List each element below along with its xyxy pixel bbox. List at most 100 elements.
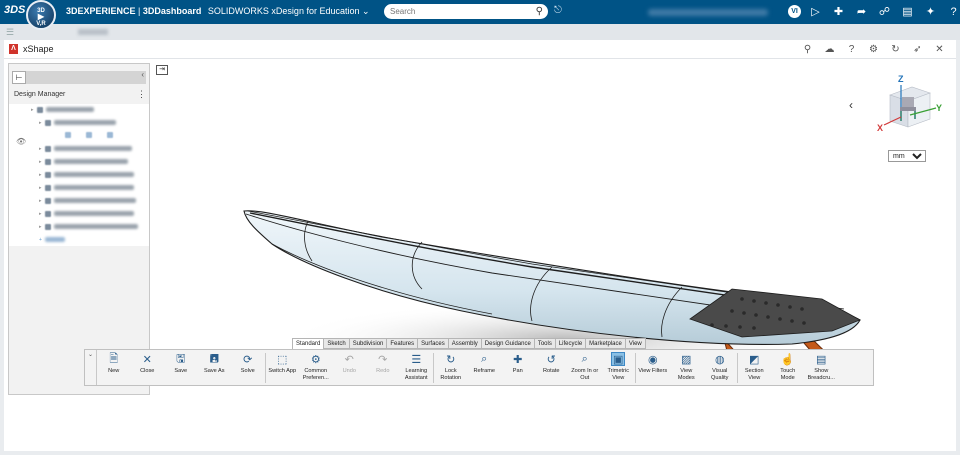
tab-assembly[interactable]: Assembly (448, 338, 482, 349)
ribbon-label: Reframe (473, 368, 495, 374)
tools-icon[interactable]: ✦ (922, 3, 939, 20)
close-doc-button[interactable]: ✕ Close (131, 350, 165, 385)
tab-surfaces[interactable]: Surfaces (418, 338, 449, 349)
tree-item[interactable]: ▸ (39, 184, 134, 191)
tag-icon[interactable]: ⎋ (554, 5, 562, 16)
new-icon: 🗎 (109, 352, 119, 365)
design-manager-header: Design Manager ⋮ (9, 88, 149, 103)
help-icon[interactable]: ? (843, 42, 860, 57)
learning-icon: ☰ (411, 353, 422, 366)
tree-item[interactable]: ▸ (39, 171, 134, 178)
tab-marketplace[interactable]: Marketplace (586, 338, 626, 349)
ribbon-label: Redo (376, 368, 390, 374)
pan-button[interactable]: ✚ Pan (501, 350, 535, 385)
switch-app-icon: ⬚ (277, 353, 288, 366)
add-icon[interactable]: ✚ (830, 3, 847, 20)
compass-play-icon: ▶ (37, 12, 45, 21)
reframe-icon: ⌕ (481, 352, 488, 365)
cloud-icon[interactable]: ☁ (821, 42, 838, 57)
ribbon-label: Trimetric View (607, 368, 630, 381)
chevron-left-icon[interactable]: ‹ (842, 96, 860, 114)
new-button[interactable]: 🗎 New (97, 350, 131, 385)
unit-select[interactable]: mm (888, 150, 926, 162)
eye-icon[interactable]: 👁 (16, 137, 26, 146)
tree-item[interactable]: ▸ (39, 119, 116, 126)
search-input[interactable] (390, 5, 526, 18)
axis-y-label: Y (936, 103, 942, 113)
lock-rotation-button[interactable]: ↻ Lock Rotation (434, 350, 468, 385)
tab-view[interactable]: View (625, 338, 646, 349)
notes-icon[interactable]: ▤ (899, 3, 916, 20)
view-cube[interactable]: Z X Y (870, 73, 950, 143)
rotate-button[interactable]: ↺ Rotate (535, 350, 569, 385)
collapse-panel-icon[interactable]: ‹ (141, 70, 144, 79)
tree-item[interactable]: ▸ (39, 210, 134, 217)
refresh-icon[interactable]: ↻ (887, 42, 904, 57)
compass-icon[interactable]: 3D ▶ V,R (26, 0, 56, 30)
app-name: SOLIDWORKS xDesign for Education (207, 6, 360, 16)
user-name-blurred (648, 9, 768, 16)
tree-icon[interactable]: ⊢ (12, 71, 26, 84)
pin-icon[interactable]: ➶ (909, 42, 926, 57)
trimetric-button[interactable]: ▣ Trimetric View (602, 350, 636, 385)
help-icon[interactable]: ? (945, 3, 960, 20)
tab-features[interactable]: Features (387, 338, 419, 349)
tab-sketch[interactable]: Sketch (324, 338, 350, 349)
tree-item[interactable]: ▸ (31, 106, 94, 113)
design-tree: ▸ ▸ ▸ ▸ ▸ ▸ ▸ ▸ ▸ + (9, 104, 149, 246)
network-icon[interactable]: ☍ (876, 3, 893, 20)
tree-item[interactable]: ▸ (39, 223, 138, 230)
ribbon-label: Learning Assistant (404, 368, 428, 381)
view-filters-button[interactable]: ◉ View Filters (636, 350, 670, 385)
compass-bottom-label: V,R (36, 21, 46, 27)
tab-tools[interactable]: Tools (534, 338, 556, 349)
share-play-icon[interactable]: ▷ (807, 3, 824, 20)
dassault-logo[interactable]: 3DS (4, 4, 25, 16)
tab-lifecycle[interactable]: Lifecycle (555, 338, 587, 349)
save-button[interactable]: 🖫 Save (164, 350, 198, 385)
search-icon[interactable]: ⚲ (536, 6, 543, 17)
chevron-down-icon[interactable]: ⌄ (85, 350, 97, 385)
learning-button[interactable]: ☰ Learning Assistant (400, 350, 434, 385)
search-icon[interactable]: ⚲ (799, 42, 816, 57)
tree-item[interactable]: ▸ (39, 197, 136, 204)
view-modes-button[interactable]: ▨ View Modes (670, 350, 704, 385)
close-icon[interactable]: ✕ (931, 42, 948, 57)
switch-app-button[interactable]: ⬚ Switch App (266, 350, 300, 385)
breadcrumb-button[interactable]: ▤ Show Breadcru... (805, 350, 839, 385)
ribbon-label: Switch App (268, 368, 297, 374)
preferences-button[interactable]: ⚙ Common Preferen... (299, 350, 333, 385)
more-menu-icon[interactable]: ⋮ (137, 89, 146, 100)
tree-item[interactable]: + (39, 236, 65, 243)
app-title[interactable]: 3DEXPERIENCE | 3DDashboard SOLIDWORKS xD… (66, 6, 370, 17)
tree-item[interactable]: ▸ (39, 158, 128, 165)
ribbon-label: Rotate (543, 368, 560, 374)
workspace: ⊢ ‹ Design Manager ⋮ ▸ ▸ ▸ ▸ ▸ ▸ ▸ ▸ ▸ +… (4, 59, 956, 451)
ribbon-label: Save As (203, 368, 225, 374)
save-as-button[interactable]: 🖪 Save As (198, 350, 232, 385)
share-icon[interactable]: ➦ (853, 3, 870, 20)
save-icon: 🖫 (176, 352, 186, 365)
design-manager-panel: ⊢ ‹ Design Manager ⋮ ▸ ▸ ▸ ▸ ▸ ▸ ▸ ▸ ▸ +… (8, 63, 150, 395)
ribbon-label: Save (174, 368, 188, 374)
toggle-panel-icon[interactable]: ⇥ (156, 65, 168, 75)
ribbon-label: Common Preferen... (302, 368, 329, 381)
zoom-button[interactable]: ⌕ Zoom In or Out (568, 350, 602, 385)
section-view-button[interactable]: ◩ Section View (738, 350, 772, 385)
tab-design-guidance[interactable]: Design Guidance (481, 338, 535, 349)
solve-button[interactable]: ⟳ Solve (231, 350, 265, 385)
user-avatar[interactable]: VI (788, 5, 801, 18)
xshape-logo-icon: Λ (9, 44, 18, 54)
reframe-button[interactable]: ⌕ Reframe (468, 350, 502, 385)
search-box[interactable]: ⚲ (384, 4, 548, 19)
tab-subdivision[interactable]: Subdivision (349, 338, 388, 349)
view-modes-icon: ▨ (681, 353, 692, 366)
design-manager-label: Design Manager (14, 91, 66, 98)
touch-mode-button[interactable]: ☝ Touch Mode (771, 350, 805, 385)
tree-item[interactable]: ▸ (39, 145, 132, 152)
tab-standard[interactable]: Standard (292, 338, 325, 349)
gear-icon[interactable]: ⚙ (865, 42, 882, 57)
visual-quality-button[interactable]: ◍ Visual Quality (703, 350, 737, 385)
ribbon-label: Lock Rotation (440, 368, 462, 381)
undo-button: ↶ Undo (333, 350, 367, 385)
